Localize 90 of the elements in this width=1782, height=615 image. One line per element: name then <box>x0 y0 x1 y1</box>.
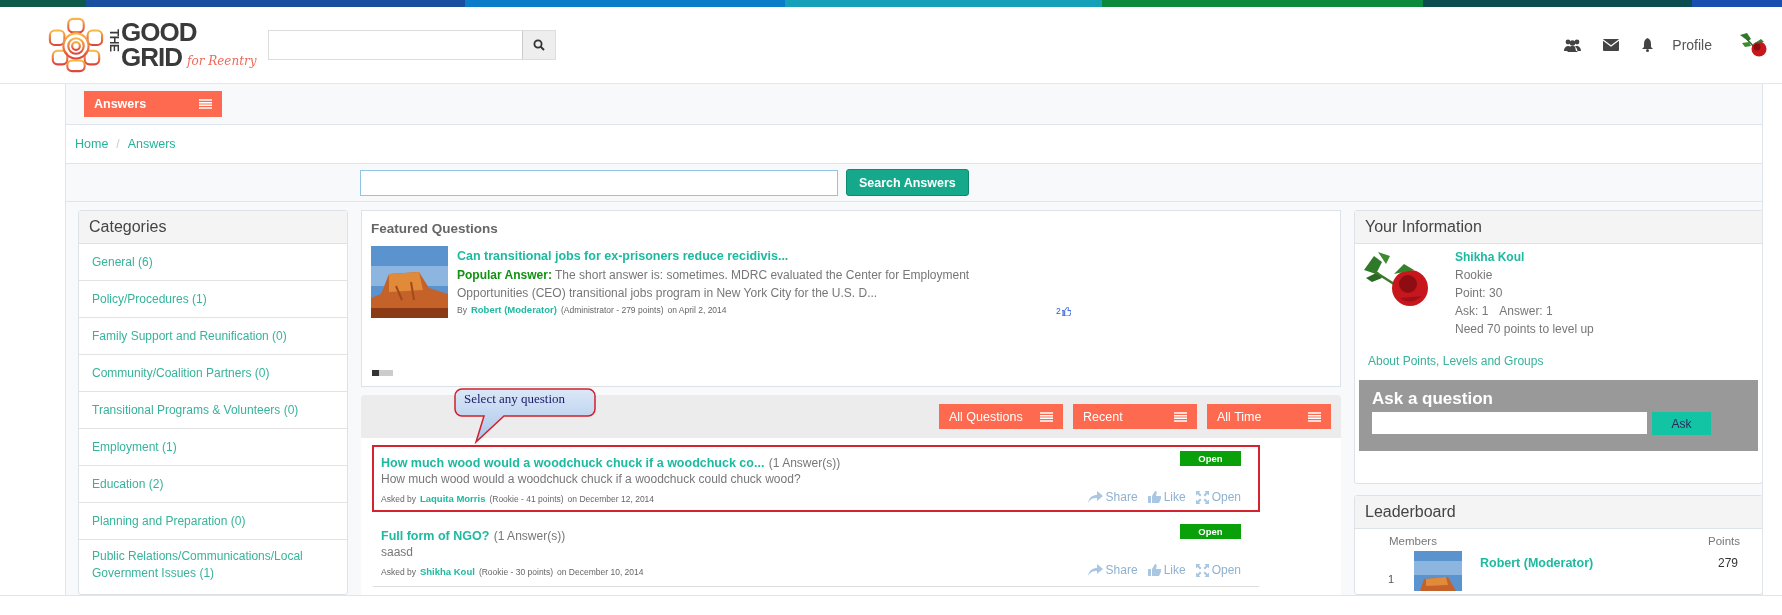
envelope-icon[interactable] <box>1603 39 1620 51</box>
rank-number: 1 <box>1388 573 1396 585</box>
ask-button[interactable]: Ask <box>1652 412 1711 435</box>
expand-icon <box>1195 563 1209 577</box>
meta-text: Asked by <box>381 566 416 577</box>
breadcrumb-link[interactable]: Home <box>75 137 109 151</box>
like-link[interactable]: Like <box>1147 563 1186 577</box>
menu-icon <box>1040 411 1053 422</box>
user-stat: Ask: 1 <box>1455 303 1489 320</box>
question-field[interactable] <box>1372 412 1647 434</box>
logo-text: GOOD <box>121 20 198 45</box>
meta-text: Asked by <box>381 493 416 504</box>
member-link[interactable]: Robert (Moderator) <box>1480 556 1594 570</box>
expand-icon <box>1195 490 1209 504</box>
category-link[interactable]: Planning and Preparation (0) <box>79 503 347 540</box>
meta-text: on December 10, 2014 <box>557 566 644 577</box>
users-icon[interactable] <box>1564 38 1582 52</box>
status-badge: Open <box>1180 524 1241 539</box>
question-link[interactable]: Full form of NGO? <box>381 529 490 543</box>
logo-text: THE <box>107 29 121 52</box>
status-badge: Open <box>1180 451 1241 466</box>
panel-title: Categories <box>79 211 347 244</box>
meta-text: By <box>457 305 467 315</box>
author-link[interactable]: Laquita Morris <box>419 492 486 504</box>
open-link[interactable]: Open <box>1195 490 1241 504</box>
search-answers-button[interactable]: Search Answers <box>846 169 969 196</box>
category-link[interactable]: Employment (1) <box>79 429 347 466</box>
meta-text: (Rookie - 41 points) <box>489 493 564 504</box>
answer-excerpt: Popular Answer: The short answer is: sometimes. MDRC evaluated the Center for Employment Opportunities (CEO) transitional jobs program in New York City for the U.S. D... <box>457 267 971 302</box>
answer-count: (1 Answer(s)) <box>768 456 841 470</box>
filter-dropdown[interactable]: All Time <box>1207 404 1331 429</box>
search-button[interactable] <box>522 31 555 59</box>
callout: Select any question <box>454 388 596 444</box>
author-link[interactable]: Robert (Moderator) <box>470 304 557 315</box>
question-link[interactable]: Can transitional jobs for ex-prisoners reduce recidivis... <box>457 249 789 263</box>
search-icon <box>533 39 545 51</box>
breadcrumb-separator: / <box>116 137 120 151</box>
logo-text: GRID <box>121 45 182 70</box>
logo-tagline: for Reentry <box>187 54 257 70</box>
points-value: 279 <box>1717 556 1738 570</box>
share-link[interactable]: Share <box>1087 490 1138 504</box>
category-link[interactable]: Public Relations/Communications/Local Government Issues (1) <box>79 540 347 590</box>
question-link[interactable]: How much wood would a woodchuck chuck if a woodchuck co... <box>381 456 765 470</box>
logo-icon <box>47 16 105 74</box>
search-field[interactable] <box>268 30 556 60</box>
thumbs-up-icon[interactable] <box>1061 306 1071 316</box>
category-link[interactable]: General (6) <box>79 244 347 281</box>
question-text: How much wood would a woodchuck chuck if a woodchuck could chuck wood? <box>381 472 802 486</box>
share-icon <box>1087 491 1103 503</box>
search-field[interactable] <box>360 169 838 196</box>
menu-icon <box>1174 411 1187 422</box>
profile-link[interactable]: Profile <box>1672 37 1712 53</box>
category-link[interactable]: Policy/Procedures (1) <box>79 281 347 318</box>
about-link[interactable]: About Points, Levels and Groups <box>1368 354 1762 368</box>
menu-icon <box>1308 411 1321 422</box>
author-link[interactable]: Shikha Koul <box>419 565 475 577</box>
open-link[interactable]: Open <box>1195 563 1241 577</box>
like-link[interactable]: Like <box>1147 490 1186 504</box>
meta-text: (Administrator - 279 points) <box>560 305 664 315</box>
share-link[interactable]: Share <box>1087 563 1138 577</box>
panel-title: Your Information <box>1355 211 1762 244</box>
ask-title: Ask a question <box>1372 389 1494 409</box>
meta-text: on April 2, 2014 <box>667 305 727 315</box>
menu-icon <box>199 99 212 109</box>
filter-dropdown[interactable]: All Questions <box>939 404 1063 429</box>
share-icon <box>1087 564 1103 576</box>
user-stat: Answer: 1 <box>1499 303 1553 320</box>
category-link[interactable]: Transitional Programs & Volunteers (0) <box>79 392 347 429</box>
column-header: Points <box>1708 535 1740 547</box>
meta-text: (Rookie - 30 points) <box>478 566 554 577</box>
category-link[interactable]: Community/Coalition Partners (0) <box>79 355 347 392</box>
thumbs-up-icon <box>1147 564 1161 576</box>
user-stat: Point: 30 <box>1455 285 1504 302</box>
thumbs-up-icon <box>1147 491 1161 503</box>
column-header: Members <box>1389 535 1437 547</box>
answers-menu-button[interactable]: Answers <box>84 91 222 117</box>
answer-count: (1 Answer(s)) <box>493 529 566 543</box>
category-link[interactable]: Family Support and Reunification (0) <box>79 318 347 355</box>
user-stat: Need 70 points to level up <box>1455 321 1594 338</box>
meta-text: on December 12, 2014 <box>567 493 655 504</box>
question-text: saasd <box>381 545 415 559</box>
section-title: Featured Questions <box>371 221 499 236</box>
like-count: 2 <box>1056 306 1061 316</box>
user-stat: Rookie <box>1455 267 1494 284</box>
panel-title: Leaderboard <box>1355 496 1762 529</box>
bell-icon[interactable] <box>1641 38 1655 52</box>
user-name-link[interactable]: Shikha Koul <box>1455 248 1594 266</box>
category-link[interactable]: Education (2) <box>79 466 347 503</box>
filter-dropdown[interactable]: Recent <box>1073 404 1197 429</box>
breadcrumb-link[interactable]: Answers <box>127 137 176 151</box>
